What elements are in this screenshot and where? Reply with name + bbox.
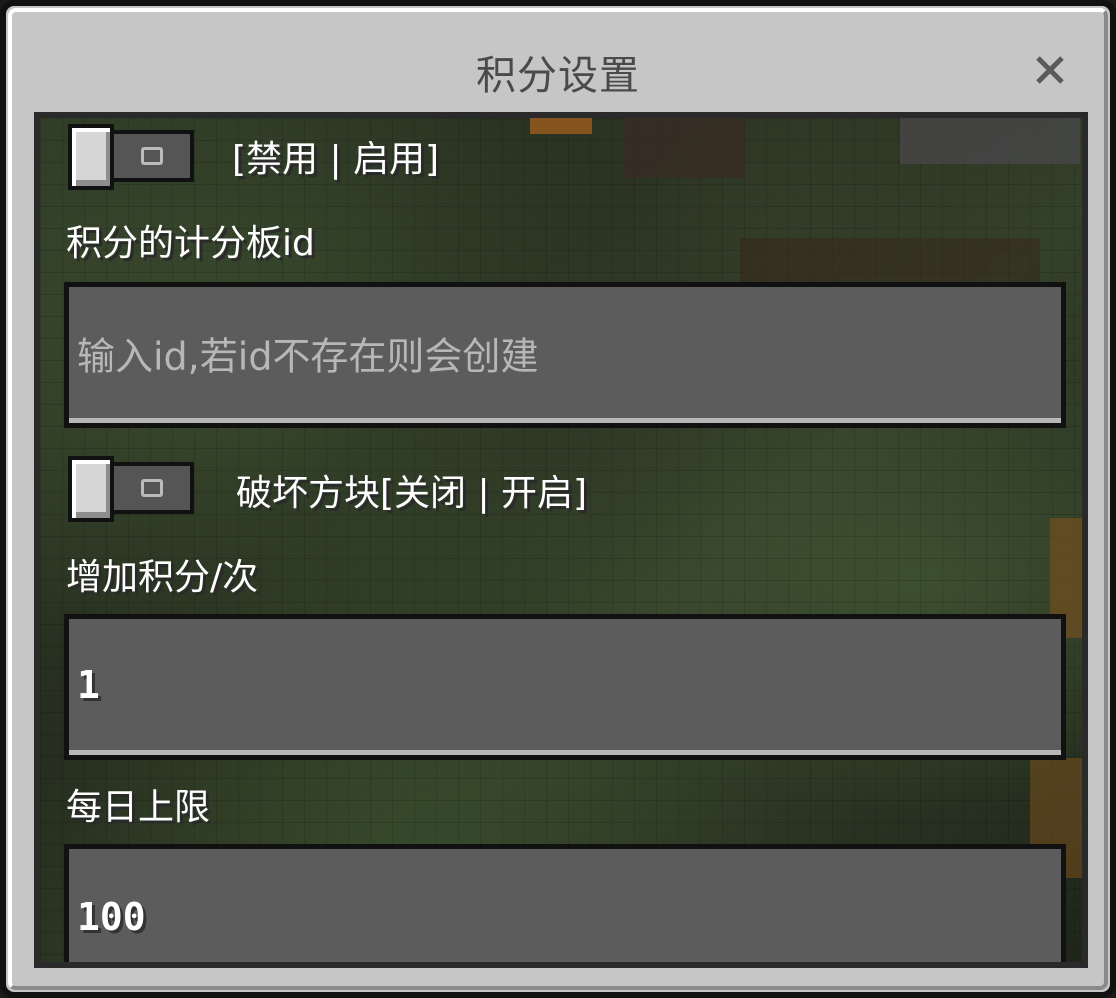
toggle-off-icon: [141, 147, 163, 165]
daily-limit-input[interactable]: 100: [64, 844, 1066, 962]
dialog-title: 积分设置: [476, 53, 640, 99]
settings-dialog: 积分设置 [禁用 | 启用] 积分的计分板id 输入id,若id不存在则会创建 …: [0, 0, 1116, 998]
points-per-time-value: 1: [77, 663, 100, 708]
daily-limit-label: 每日上限: [66, 787, 211, 828]
block-decor: [530, 118, 592, 134]
toggle-off-icon: [141, 479, 163, 497]
close-icon: [1036, 56, 1064, 84]
toggle-knob: [68, 456, 114, 522]
points-per-time-input[interactable]: 1: [64, 614, 1066, 760]
close-button[interactable]: [1030, 50, 1070, 90]
points-per-time-label: 增加积分/次: [66, 557, 259, 598]
break-block-toggle-label: 破坏方块[关闭 | 开启]: [236, 473, 588, 514]
toggle-knob: [68, 124, 114, 190]
scoreboard-id-label: 积分的计分板id: [66, 223, 315, 264]
stone-block: [900, 118, 1080, 164]
game-background: [禁用 | 启用] 积分的计分板id 输入id,若id不存在则会创建 破坏方块[…: [34, 112, 1088, 968]
scoreboard-id-input[interactable]: 输入id,若id不存在则会创建: [64, 282, 1066, 428]
chest-block: [624, 118, 744, 178]
enable-toggle-label: [禁用 | 启用]: [232, 139, 440, 180]
scoreboard-id-placeholder: 输入id,若id不存在则会创建: [77, 334, 539, 379]
daily-limit-value: 100: [77, 895, 146, 940]
enable-toggle[interactable]: [68, 124, 196, 190]
break-block-toggle[interactable]: [68, 456, 196, 522]
